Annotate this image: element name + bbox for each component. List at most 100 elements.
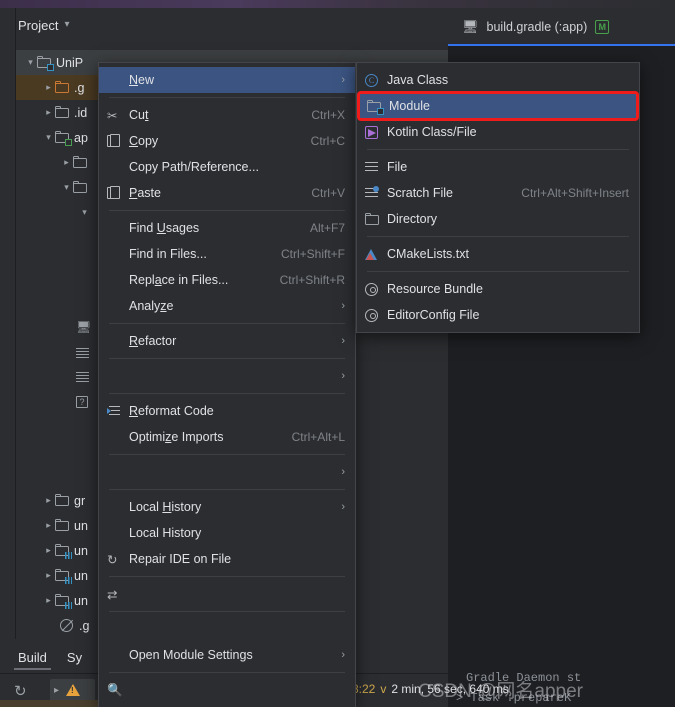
- menu-separator: [109, 210, 345, 211]
- submenu-separator: [367, 149, 629, 150]
- submenu-item-label: Scratch File: [387, 186, 453, 200]
- editor-tab-label[interactable]: build.gradle (:app): [487, 20, 588, 34]
- submenu-item-kotlin-class-file[interactable]: Kotlin Class/File: [357, 119, 639, 145]
- menu-item-paste[interactable]: Paste Ctrl+V: [99, 180, 355, 206]
- menu-item-open-in[interactable]: ›: [99, 459, 355, 485]
- lines-icon: [76, 372, 89, 386]
- chevron-down-icon[interactable]: v: [380, 682, 386, 696]
- menu-item-label: Find in Files...: [129, 247, 207, 261]
- question-box-icon: ?: [76, 396, 88, 408]
- submenu-item-label: Java Class: [387, 73, 449, 87]
- menu-item-label: Reformat Code: [129, 404, 214, 418]
- submenu-item-scratch-file[interactable]: Scratch File Ctrl+Alt+Shift+Insert: [357, 180, 639, 206]
- tab-build[interactable]: Build: [14, 642, 51, 672]
- tree-item-label: UniP: [56, 55, 84, 70]
- menu-item-label: Copy: [129, 134, 159, 148]
- chevron-right-icon[interactable]: ▸: [42, 82, 55, 93]
- chevron-down-icon[interactable]: ▾: [24, 57, 37, 68]
- module-folder-lib-icon: [55, 544, 74, 559]
- module-icon: [367, 99, 389, 115]
- menu-item-reload-from-disk[interactable]: ↻ Repair IDE on File: [99, 546, 355, 572]
- tree-item-label: un: [74, 568, 88, 583]
- submenu-item-label: Resource Bundle: [387, 282, 483, 296]
- menu-item-reformat-code[interactable]: Reformat Code: [99, 398, 355, 424]
- chevron-right-icon[interactable]: ▸: [42, 545, 55, 556]
- gear-icon: [365, 308, 387, 322]
- chevron-right-icon[interactable]: ▸: [42, 595, 55, 606]
- submenu-item-label: EditorConfig File: [387, 308, 480, 322]
- chevron-right-icon[interactable]: ▸: [42, 570, 55, 581]
- menu-separator: [109, 454, 345, 455]
- menu-item-find-in-files[interactable]: Find in Files... Ctrl+Shift+F: [99, 241, 355, 267]
- menu-item-shortcut: Ctrl+X: [311, 108, 345, 122]
- menu-item-shortcut: Ctrl+Shift+R: [279, 273, 345, 287]
- submenu-item-editorconfig-file[interactable]: EditorConfig File: [357, 302, 639, 328]
- menu-item-label: Replace in Files...: [129, 273, 229, 287]
- menu-item-label: Open Module Settings: [129, 648, 253, 662]
- paste-icon: [107, 186, 129, 199]
- chevron-right-icon[interactable]: ▸: [60, 157, 73, 168]
- tree-item-label: .id: [74, 105, 88, 120]
- menu-item-compare-with[interactable]: ⇄: [99, 581, 355, 607]
- chevron-down-icon[interactable]: ▾: [60, 182, 73, 193]
- submenu-item-cmakelists[interactable]: CMakeLists.txt: [357, 241, 639, 267]
- submenu-item-file[interactable]: File: [357, 154, 639, 180]
- module-folder-green-icon: [55, 131, 74, 146]
- menu-item-optimize-imports[interactable]: Optimize Imports Ctrl+Alt+L: [99, 424, 355, 450]
- menu-item-analyze-dependencies[interactable]: 🔍: [99, 677, 355, 703]
- menu-item-copy-path[interactable]: Copy Path/Reference...: [99, 154, 355, 180]
- submenu-item-module[interactable]: Module: [357, 91, 639, 121]
- tab-build-label: Build: [18, 649, 47, 665]
- menu-item-label: New: [129, 73, 155, 87]
- no-entry-icon: [60, 619, 79, 632]
- module-folder-lib-icon: [55, 569, 74, 584]
- tree-item-label: gr: [74, 493, 86, 508]
- menu-item-label: Copy Path/Reference...: [129, 160, 259, 174]
- tab-sync[interactable]: Sy: [67, 642, 82, 672]
- compare-icon: ⇄: [107, 587, 118, 602]
- context-menu[interactable]: New › ✂ Cut Ctrl+X Copy Ctrl+C Copy Path…: [98, 62, 356, 707]
- merged-manifest-badge-icon[interactable]: M: [595, 20, 610, 34]
- lines-icon: [76, 348, 89, 362]
- chevron-down-icon[interactable]: ▾: [78, 207, 91, 218]
- chevron-right-icon: ›: [341, 466, 345, 478]
- submenu-item-directory[interactable]: Directory: [357, 206, 639, 232]
- new-submenu[interactable]: C Java Class Module Kotlin Class/File Fi…: [356, 62, 640, 333]
- chevron-right-icon[interactable]: ▸: [42, 520, 55, 531]
- menu-item-new[interactable]: New ›: [99, 67, 355, 93]
- menu-item-label: Find Usages: [129, 221, 200, 235]
- chevron-right-icon: ›: [341, 649, 345, 661]
- menu-item-local-history[interactable]: Local History ›: [99, 494, 355, 520]
- chevron-down-icon[interactable]: ▾: [64, 20, 69, 30]
- folder-orange-icon: [55, 81, 74, 94]
- menu-item-open-module-settings[interactable]: [99, 616, 355, 642]
- menu-item-repair-ide[interactable]: Local History: [99, 520, 355, 546]
- menu-item-copy[interactable]: Copy Ctrl+C: [99, 128, 355, 154]
- tree-item-label: un: [74, 518, 88, 533]
- submenu-item-label: Kotlin Class/File: [387, 125, 477, 139]
- chevron-right-icon[interactable]: ▸: [54, 685, 59, 696]
- menu-item-cut[interactable]: ✂ Cut Ctrl+X: [99, 102, 355, 128]
- build-status-row[interactable]: ▸: [50, 679, 96, 701]
- submenu-item-java-class[interactable]: C Java Class: [357, 67, 639, 93]
- menu-item-bookmarks[interactable]: ›: [99, 363, 355, 389]
- project-panel-header[interactable]: Project ▾: [0, 12, 70, 38]
- menu-item-replace-in-files[interactable]: Replace in Files... Ctrl+Shift+R: [99, 267, 355, 293]
- menu-item-shortcut: Ctrl+Shift+F: [280, 247, 345, 261]
- refresh-icon[interactable]: ↻: [14, 682, 27, 700]
- menu-item-find-usages[interactable]: Find Usages Alt+F7: [99, 215, 355, 241]
- submenu-separator: [367, 271, 629, 272]
- chevron-right-icon[interactable]: ▸: [42, 495, 55, 506]
- submenu-item-resource-bundle[interactable]: Resource Bundle: [357, 276, 639, 302]
- chevron-right-icon[interactable]: ▸: [42, 107, 55, 118]
- gradle-file-icon: 🖥: [76, 320, 92, 334]
- warning-icon: [66, 684, 81, 696]
- menu-separator: [109, 672, 345, 673]
- module-folder-icon: [37, 56, 56, 71]
- menu-item-analyze[interactable]: Analyze ›: [99, 293, 355, 319]
- analyze-icon: 🔍: [107, 682, 123, 697]
- menu-item-mark-directory-as[interactable]: Open Module Settings ›: [99, 642, 355, 668]
- chevron-down-icon[interactable]: ▾: [42, 132, 55, 143]
- menu-item-shortcut: Ctrl+V: [311, 186, 345, 200]
- menu-item-refactor[interactable]: Refactor ›: [99, 328, 355, 354]
